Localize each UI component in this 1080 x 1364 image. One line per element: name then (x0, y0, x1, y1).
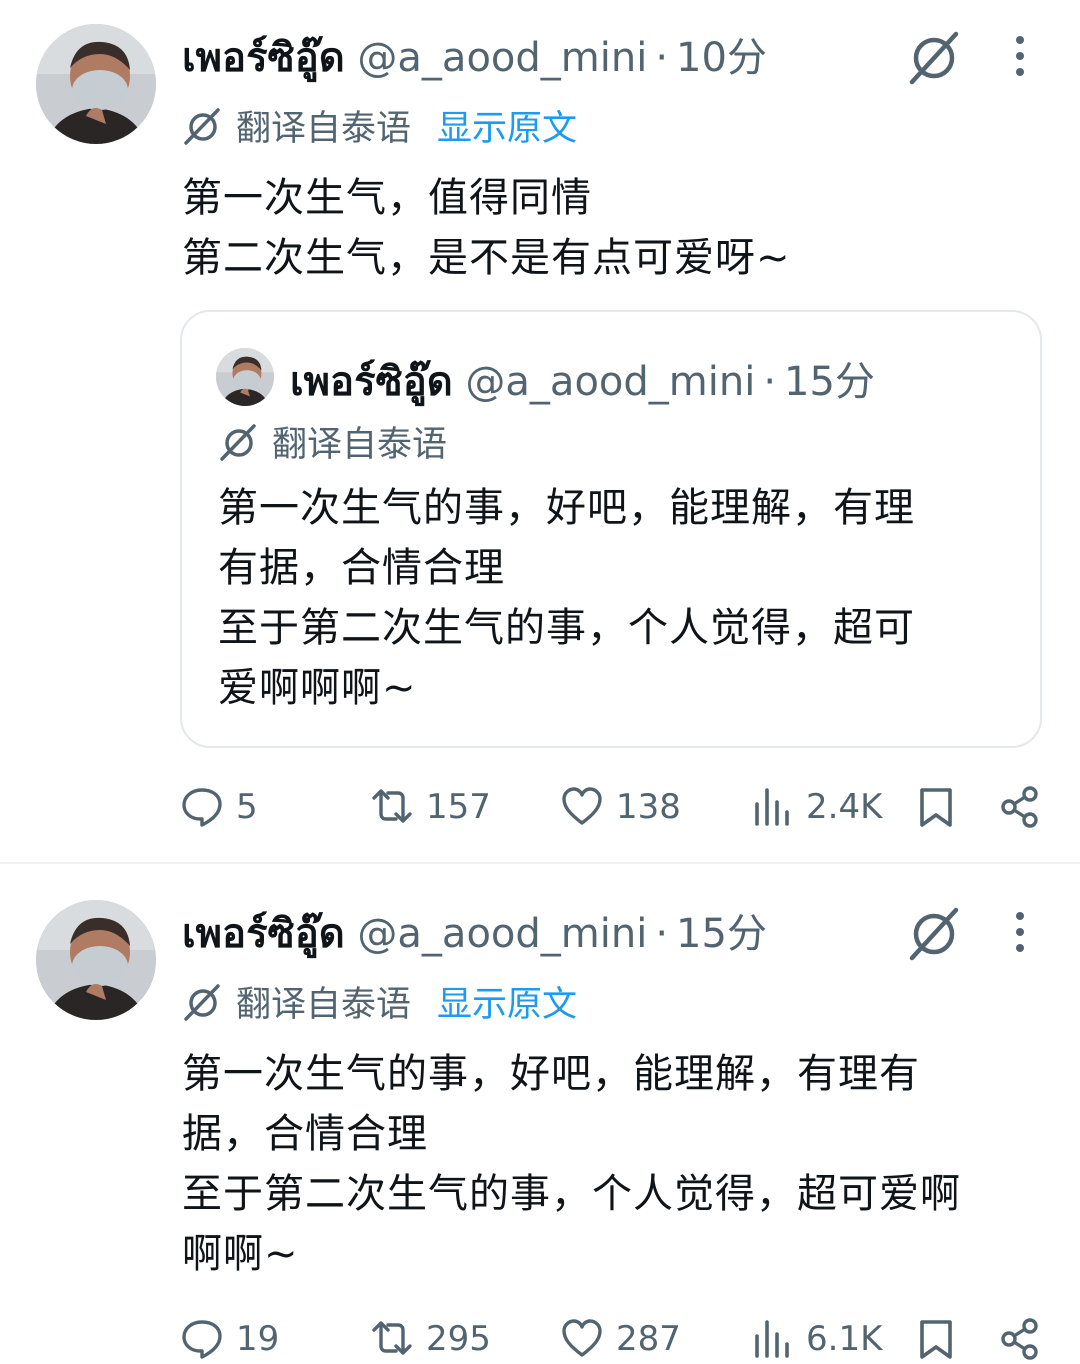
display-name[interactable]: เพอร์ซิอู๊ด (182, 911, 345, 957)
quote-translated-label: 翻译自泰语 (272, 425, 448, 465)
bookmark-icon[interactable] (914, 785, 958, 829)
tweet-text: 第一次生气的事，好吧，能理解，有理有 据，合情合理 至于第二次生气的事，个人觉得… (182, 1051, 961, 1277)
quote-translation-info: 翻译自泰语 (218, 420, 447, 470)
separator: · (655, 911, 669, 957)
repost-count: 157 (426, 787, 491, 827)
display-name[interactable]: เพอร์ซิอู๊ด (182, 35, 345, 81)
show-original-link[interactable]: 显示原文 (437, 109, 577, 149)
tweet-text: 第一次生气，值得同情 第二次生气，是不是有点可爱呀~ (182, 175, 791, 281)
tweet[interactable]: เพอร์ซิอู๊ด @a_aood_mini · 15分 翻译自泰语 显示原文 第… (0, 864, 1080, 1360)
quote-separator: · (763, 359, 777, 405)
quote-timestamp: 15分 (784, 359, 875, 405)
reply-icon (182, 1319, 222, 1359)
reply-button[interactable]: 5 (180, 782, 258, 832)
avatar[interactable] (36, 900, 156, 1020)
views-button[interactable]: 2.4K (750, 782, 882, 832)
bookmark-icon[interactable] (914, 1317, 958, 1361)
user-handle[interactable]: @a_aood_mini (357, 911, 647, 957)
timestamp[interactable]: 10分 (676, 35, 767, 81)
quote-display-name: เพอร์ซิอู๊ด (290, 359, 453, 405)
like-button[interactable]: 138 (560, 782, 681, 832)
quote-text: 第一次生气的事，好吧，能理解，有理 有据，合情合理 至于第二次生气的事，个人觉得… (218, 485, 915, 711)
tweet[interactable]: เพอร์ซิอู๊ด @a_aood_mini · 10分 翻译自泰语 显示原文 第… (0, 0, 1080, 862)
repost-icon (372, 788, 412, 823)
views-icon (755, 1319, 789, 1358)
translate-icon (184, 984, 220, 1021)
translated-label: 翻译自泰语 (236, 109, 412, 149)
more-icon[interactable] (1010, 908, 1030, 958)
grok-icon[interactable] (906, 30, 962, 86)
quoted-tweet[interactable]: เพอร์ซิอู๊ด @a_aood_mini · 15分 翻译自泰语 第一次生气… (180, 310, 1042, 748)
share-icon[interactable] (998, 1317, 1042, 1361)
repost-button[interactable]: 295 (370, 1314, 491, 1364)
more-icon[interactable] (1010, 32, 1030, 82)
timestamp[interactable]: 15分 (676, 911, 767, 957)
share-icon[interactable] (998, 785, 1042, 829)
repost-icon (372, 1320, 412, 1355)
user-handle[interactable]: @a_aood_mini (357, 35, 647, 81)
reply-button[interactable]: 19 (180, 1314, 279, 1364)
repost-button[interactable]: 157 (370, 782, 491, 832)
translate-icon (220, 424, 256, 461)
translation-info: 翻译自泰语 显示原文 (182, 980, 577, 1030)
quote-header: เพอร์ซิอู๊ด @a_aood_mini · 15分 (290, 352, 875, 412)
like-count: 287 (616, 1319, 681, 1359)
views-icon (755, 787, 789, 826)
tweet-header: เพอร์ซิอู๊ด @a_aood_mini · 10分 (182, 28, 767, 88)
repost-count: 295 (426, 1319, 491, 1359)
quote-avatar (216, 348, 274, 406)
translation-info: 翻译自泰语 显示原文 (182, 104, 577, 154)
views-count: 6.1K (806, 1319, 883, 1359)
like-icon (562, 1318, 602, 1357)
like-button[interactable]: 287 (560, 1314, 681, 1364)
like-count: 138 (616, 787, 681, 827)
reply-count: 19 (236, 1319, 280, 1359)
grok-icon[interactable] (906, 906, 962, 962)
show-original-link[interactable]: 显示原文 (437, 985, 577, 1025)
quote-user-handle: @a_aood_mini (465, 359, 756, 405)
views-button[interactable]: 6.1K (750, 1314, 882, 1364)
translate-icon (184, 108, 220, 145)
separator: · (655, 35, 669, 81)
like-icon (562, 786, 602, 825)
reply-count: 5 (236, 787, 258, 827)
reply-icon (182, 787, 222, 827)
avatar[interactable] (36, 24, 156, 144)
views-count: 2.4K (806, 787, 883, 827)
translated-label: 翻译自泰语 (236, 985, 412, 1025)
tweet-header: เพอร์ซิอู๊ด @a_aood_mini · 15分 (182, 904, 767, 964)
